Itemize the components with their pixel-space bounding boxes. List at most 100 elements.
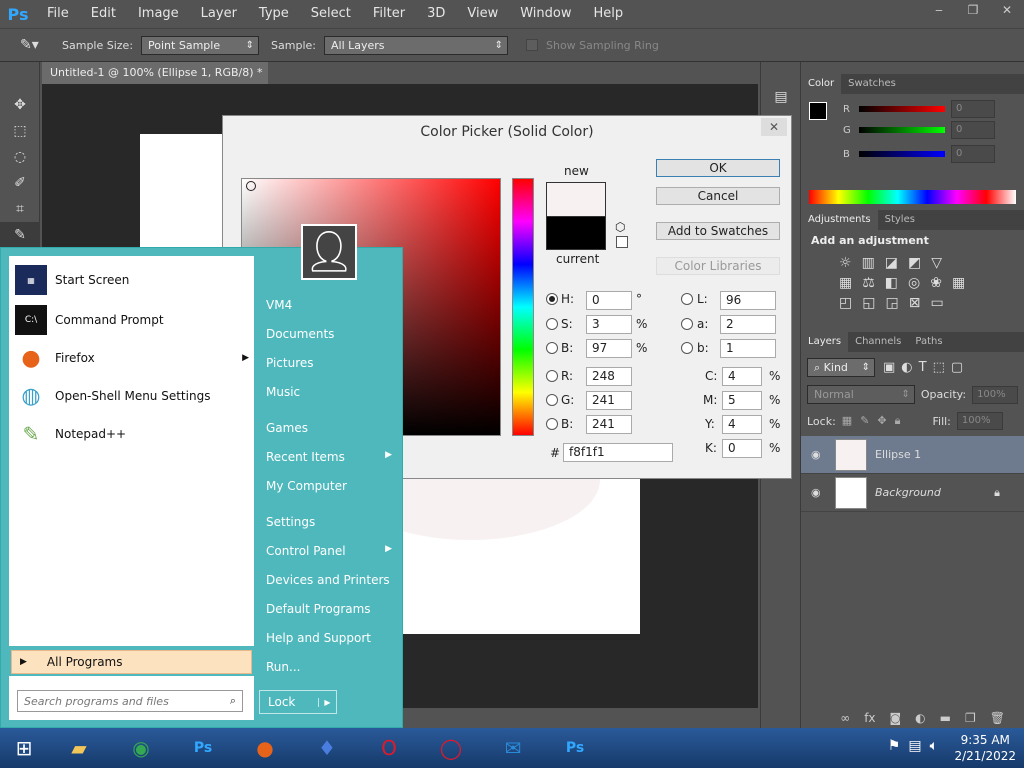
flag-icon[interactable]: ⚑ bbox=[888, 738, 901, 754]
menu-image[interactable]: Image bbox=[127, 0, 190, 28]
color-libraries-button[interactable]: Color Libraries bbox=[656, 257, 780, 275]
current-color-swatch[interactable] bbox=[546, 216, 606, 250]
l-radio[interactable] bbox=[681, 293, 693, 305]
g-radio[interactable] bbox=[546, 394, 558, 406]
history-icon[interactable]: ▤ bbox=[761, 84, 801, 110]
k-input[interactable]: 0 bbox=[722, 439, 762, 458]
threshold-icon[interactable]: ◲ bbox=[885, 295, 898, 311]
menu-edit[interactable]: Edit bbox=[80, 0, 127, 28]
gamut-warning-icon[interactable]: ⬡ bbox=[615, 220, 625, 234]
fx-icon[interactable]: fx bbox=[864, 711, 875, 725]
photoshop-taskbar-icon-2[interactable]: Ps bbox=[544, 728, 606, 768]
hex-input[interactable]: f8f1f1 bbox=[563, 443, 673, 462]
network-icon[interactable]: ▤ bbox=[908, 738, 921, 754]
fill-input[interactable]: 100% bbox=[956, 412, 1003, 430]
color-balance-icon[interactable]: ⚖ bbox=[862, 275, 875, 291]
chrome-icon[interactable]: ◉ bbox=[110, 728, 172, 768]
menu-filter[interactable]: Filter bbox=[362, 0, 416, 28]
m-input[interactable]: 5 bbox=[722, 391, 762, 410]
lock-icons[interactable]: ▦✎✥🔒︎ bbox=[842, 414, 909, 428]
menu-help[interactable]: Help bbox=[583, 0, 635, 28]
add-to-swatches-button[interactable]: Add to Swatches bbox=[656, 222, 780, 240]
lasso-tool-icon[interactable]: ◌ bbox=[0, 144, 40, 170]
tab-swatches[interactable]: Swatches bbox=[841, 74, 903, 94]
dialog-close-icon[interactable]: ✕ bbox=[761, 118, 787, 136]
windows-start-icon[interactable]: ⊞ bbox=[0, 728, 48, 768]
start-item-start-screen[interactable]: ▦ Start Screen bbox=[15, 262, 129, 298]
start-link-settings[interactable]: Settings bbox=[266, 515, 315, 529]
tab-layers[interactable]: Layers bbox=[801, 332, 849, 352]
color-cursor-icon[interactable] bbox=[246, 181, 256, 191]
h-input[interactable]: 0 bbox=[586, 291, 632, 310]
blue-value[interactable]: 0 bbox=[951, 145, 995, 163]
invert-icon[interactable]: ◰ bbox=[839, 295, 852, 311]
g-input[interactable]: 241 bbox=[586, 391, 632, 410]
red-slider[interactable] bbox=[859, 106, 945, 112]
s-input[interactable]: 3 bbox=[586, 315, 632, 334]
layer-kind-filter[interactable]: ⌕ Kind bbox=[807, 358, 875, 377]
vibrance-icon[interactable]: ▽ bbox=[931, 255, 942, 271]
y-input[interactable]: 4 bbox=[722, 415, 762, 434]
start-link-documents[interactable]: Documents bbox=[266, 327, 334, 341]
layer-row-ellipse[interactable]: ◉ Ellipse 1 bbox=[801, 436, 1024, 474]
volume-icon[interactable]: 🔈︎ bbox=[930, 738, 938, 754]
tab-color[interactable]: Color bbox=[801, 74, 842, 94]
eyedropper-icon[interactable]: ✎▾ bbox=[20, 37, 54, 53]
mask-icon[interactable]: ◙ bbox=[890, 711, 902, 725]
menu-window[interactable]: Window bbox=[509, 0, 582, 28]
close-icon[interactable]: ✕ bbox=[990, 0, 1024, 20]
tab-styles[interactable]: Styles bbox=[878, 210, 922, 230]
start-link-run[interactable]: Run... bbox=[266, 660, 300, 674]
lab-b-input[interactable]: 1 bbox=[720, 339, 776, 358]
quick-select-tool-icon[interactable]: ✐ bbox=[0, 170, 40, 196]
gradient-map-icon[interactable]: ▭ bbox=[930, 295, 943, 311]
tab-adjustments[interactable]: Adjustments bbox=[801, 210, 878, 230]
exposure-icon[interactable]: ◩ bbox=[908, 255, 921, 271]
menu-file[interactable]: File bbox=[36, 0, 80, 28]
start-item-firefox[interactable]: ● Firefox ▶ bbox=[15, 340, 249, 376]
sample-select[interactable]: All Layers bbox=[323, 35, 508, 55]
adjustment-layer-icon[interactable]: ◐ bbox=[915, 711, 925, 725]
search-icon[interactable]: ⌕ bbox=[230, 694, 236, 708]
user-avatar[interactable]: 👤︎ bbox=[301, 224, 357, 280]
start-link-default-programs[interactable]: Default Programs bbox=[266, 602, 371, 616]
web-color-icon[interactable] bbox=[616, 236, 628, 248]
c-input[interactable]: 4 bbox=[722, 367, 762, 386]
brightness-icon[interactable]: ☼ bbox=[839, 255, 852, 271]
posterize-icon[interactable]: ◱ bbox=[862, 295, 875, 311]
clock[interactable]: 9:35 AM 2/21/2022 bbox=[954, 732, 1016, 764]
photoshop-taskbar-icon[interactable]: Ps bbox=[172, 728, 234, 768]
hue-slider[interactable] bbox=[512, 178, 534, 436]
a-radio[interactable] bbox=[681, 318, 693, 330]
opera-gx-icon[interactable]: ◯ bbox=[420, 728, 482, 768]
r-radio[interactable] bbox=[546, 370, 558, 382]
blue-input[interactable]: 241 bbox=[586, 415, 632, 434]
layer-row-background[interactable]: ◉ Background 🔒︎ bbox=[801, 474, 1024, 512]
b-input[interactable]: 97 bbox=[586, 339, 632, 358]
blue-slider[interactable] bbox=[859, 151, 945, 157]
start-link-my-computer[interactable]: My Computer bbox=[266, 479, 347, 493]
start-link-recent-items[interactable]: Recent Items ▶ bbox=[266, 450, 392, 464]
lock-button[interactable]: Lock ▶ bbox=[259, 690, 337, 714]
b-radio[interactable] bbox=[546, 342, 558, 354]
start-link-devices-printers[interactable]: Devices and Printers bbox=[266, 573, 390, 587]
curves-icon[interactable]: ◪ bbox=[885, 255, 898, 271]
tab-paths[interactable]: Paths bbox=[908, 332, 949, 352]
menu-view[interactable]: View bbox=[456, 0, 509, 28]
start-link-control-panel[interactable]: Control Panel ▶ bbox=[266, 544, 392, 558]
red-value[interactable]: 0 bbox=[951, 100, 995, 118]
hue-saturation-icon[interactable]: ▦ bbox=[839, 275, 852, 291]
eyedropper-tool-icon[interactable]: ✎ bbox=[0, 222, 40, 248]
opera-icon[interactable]: O bbox=[358, 728, 420, 768]
visibility-eye-icon[interactable]: ◉ bbox=[811, 448, 827, 461]
minimize-icon[interactable]: ‒ bbox=[922, 0, 956, 20]
levels-icon[interactable]: ▥ bbox=[862, 255, 875, 271]
blue-radio[interactable] bbox=[546, 418, 558, 430]
start-link-music[interactable]: Music bbox=[266, 385, 300, 399]
s-radio[interactable] bbox=[546, 318, 558, 330]
menu-type[interactable]: Type bbox=[248, 0, 300, 28]
green-slider[interactable] bbox=[859, 127, 945, 133]
selective-color-icon[interactable]: ⊠ bbox=[909, 295, 921, 311]
link-layers-icon[interactable]: ∞ bbox=[840, 711, 850, 725]
sampling-ring-checkbox[interactable] bbox=[525, 39, 538, 51]
